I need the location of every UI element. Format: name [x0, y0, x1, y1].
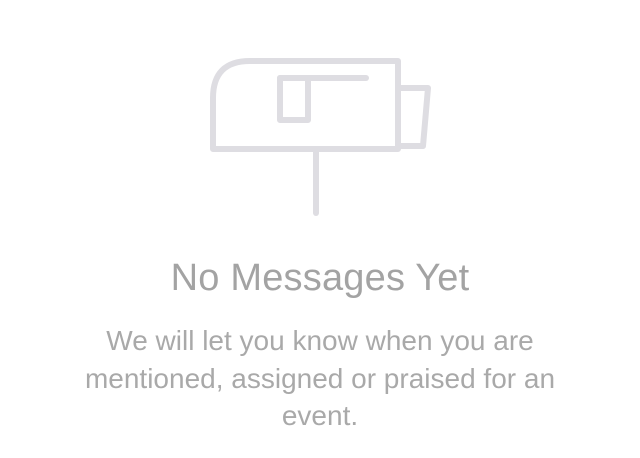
empty-state-title: No Messages Yet — [170, 257, 470, 299]
empty-state-message: We will let you know when you are mentio… — [84, 325, 556, 431]
empty-state: No Messages Yet We will let you know whe… — [0, 0, 640, 458]
mailbox-icon — [210, 58, 431, 216]
